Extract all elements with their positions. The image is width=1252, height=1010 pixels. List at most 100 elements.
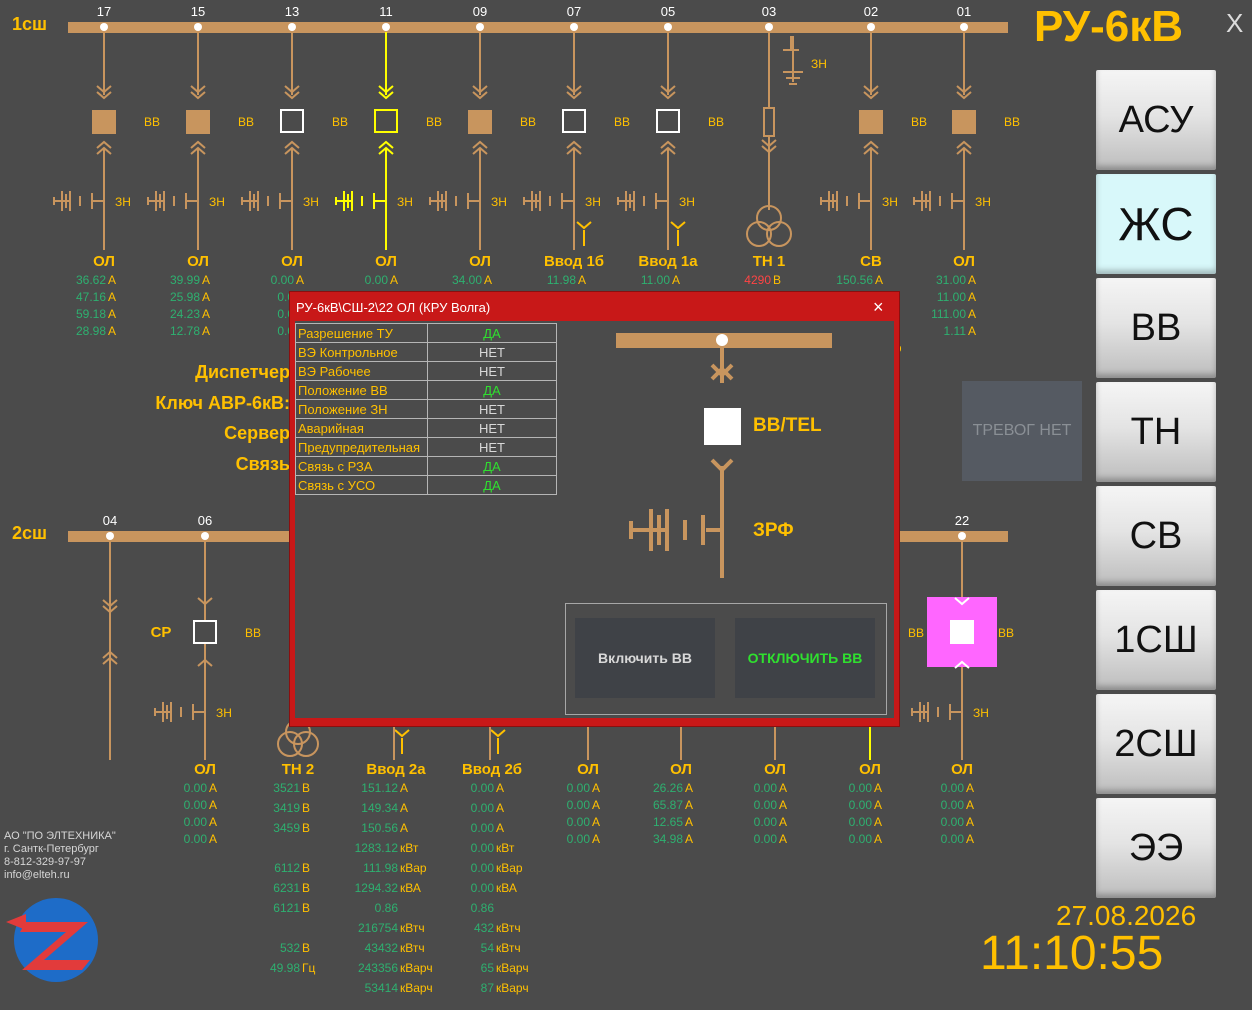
- cell-value: 0.00: [849, 832, 873, 846]
- cell-label: ОЛ: [194, 761, 216, 778]
- cell-mimic: [616, 333, 832, 578]
- cell-value: 12.65: [653, 815, 683, 829]
- cell-unit: А: [874, 781, 882, 795]
- cell-unit: Гц: [302, 961, 315, 975]
- cell-unit: А: [592, 781, 600, 795]
- cell-unit: кВарч: [496, 961, 529, 975]
- cell-unit: В: [302, 821, 310, 835]
- breaker-symbol: [280, 109, 304, 133]
- open-breaker-button[interactable]: ОТКЛЮЧИТЬ ВВ: [735, 618, 875, 698]
- cell-value: 12.78: [170, 324, 200, 338]
- earth-label: ЗН: [882, 195, 898, 209]
- cell-value: 0.00: [941, 781, 965, 795]
- cell-unit: А: [968, 273, 976, 287]
- dialog-close-button[interactable]: ×: [873, 297, 884, 318]
- cell-number: 17: [97, 4, 111, 19]
- cell-unit: А: [202, 324, 210, 338]
- cell-label: Ввод 2а: [366, 761, 426, 778]
- cell-label: СВ: [860, 253, 882, 270]
- cell-unit: В: [302, 801, 310, 815]
- cell-label: ОЛ: [469, 253, 491, 270]
- close-button[interactable]: X: [1226, 8, 1243, 39]
- cell-value: 0.00: [184, 815, 208, 829]
- cell-value: 0.00: [471, 821, 495, 835]
- bus-node: [194, 23, 202, 31]
- cell-value: 0.00: [941, 798, 965, 812]
- cell-unit: кВарч: [496, 981, 529, 995]
- cell-unit: кВарч: [400, 981, 433, 995]
- cell-label: ОЛ: [281, 253, 303, 270]
- breaker-label: ВВ: [614, 115, 630, 129]
- nav-button-8[interactable]: ЭЭ: [1096, 798, 1216, 898]
- bus-node: [765, 23, 773, 31]
- cell-unit: А: [209, 815, 217, 829]
- cell-label: ОЛ: [670, 761, 692, 778]
- nav-button-7[interactable]: 2СШ: [1096, 694, 1216, 794]
- cell-unit: А: [296, 273, 304, 287]
- cell-value: 0.86: [471, 901, 495, 915]
- cell-number: 22: [955, 513, 969, 528]
- bus-node: [288, 23, 296, 31]
- cell-number: 07: [567, 4, 581, 19]
- cell-number: 15: [191, 4, 205, 19]
- earth-label: ЗН: [115, 195, 131, 209]
- cell-unit: В: [302, 941, 310, 955]
- cell-value: 0.86: [375, 901, 399, 915]
- cell-value: 0.00: [471, 861, 495, 875]
- cell-value: 0.00: [365, 273, 389, 287]
- cell-unit: А: [672, 273, 680, 287]
- close-breaker-button[interactable]: Включить ВВ: [575, 618, 715, 698]
- cell-unit: А: [202, 273, 210, 287]
- breaker-symbol: [193, 620, 217, 644]
- link-label: Связь: [235, 454, 290, 474]
- breaker-symbol: [656, 109, 680, 133]
- avr-key-label: Ключ АВР-6кВ:: [155, 393, 290, 413]
- cell-unit: В: [302, 881, 310, 895]
- cell-value: 3419: [273, 801, 300, 815]
- cell-label: Ввод 1б: [544, 253, 604, 270]
- time-display: 11:10:55: [980, 927, 1164, 980]
- nav-button-5[interactable]: СВ: [1096, 486, 1216, 586]
- cell-number: 02: [864, 4, 878, 19]
- breaker-symbol: [952, 110, 976, 134]
- earth-label: ЗН: [209, 195, 225, 209]
- cell-unit: А: [108, 290, 116, 304]
- cell-value: 25.98: [170, 290, 200, 304]
- cell-value: 1.11: [944, 324, 967, 338]
- cell-value: 432: [474, 921, 494, 935]
- cell-unit: А: [685, 781, 693, 795]
- cell-value: 0.00: [754, 832, 778, 846]
- cell-value: 0.00: [849, 798, 873, 812]
- cell-unit: В: [302, 901, 310, 915]
- cell-value: 0.00: [567, 798, 591, 812]
- cell-value: 1283.12: [355, 841, 399, 855]
- breaker-symbol: [562, 109, 586, 133]
- cell-unit: А: [209, 781, 217, 795]
- cell-value: 111.00: [931, 307, 966, 321]
- cell-unit: А: [779, 798, 787, 812]
- bus-node: [201, 532, 209, 540]
- nav-button-6[interactable]: 1СШ: [1096, 590, 1216, 690]
- nav-button-2[interactable]: ЖС: [1096, 174, 1216, 274]
- cell-value: 26.26: [653, 781, 683, 795]
- breaker-symbol: [704, 408, 741, 445]
- cell-number: 06: [198, 513, 212, 528]
- cell-unit: кВт: [400, 841, 419, 855]
- cell-value: 65: [481, 961, 495, 975]
- cell-unit: А: [592, 815, 600, 829]
- cell-unit: В: [302, 861, 310, 875]
- nav-button-3[interactable]: ВВ: [1096, 278, 1216, 378]
- cell-label: Ввод 1а: [638, 253, 698, 270]
- bus-node: [570, 23, 578, 31]
- cell-label: ТН 1: [753, 253, 786, 270]
- cell-value: 0.00: [567, 781, 591, 795]
- nav-button-4[interactable]: ТН: [1096, 382, 1216, 482]
- cell-value: 6121: [273, 901, 300, 915]
- cell-type-label: СР: [151, 624, 172, 641]
- cell-value: 0.00: [567, 815, 591, 829]
- nav-button-1[interactable]: АСУ: [1096, 70, 1216, 170]
- alarm-status[interactable]: ТРЕВОГ НЕТ: [962, 381, 1082, 481]
- cell-value: 0.00: [471, 801, 495, 815]
- cell-unit: кВар: [496, 861, 523, 875]
- cell-value: 0.00: [849, 815, 873, 829]
